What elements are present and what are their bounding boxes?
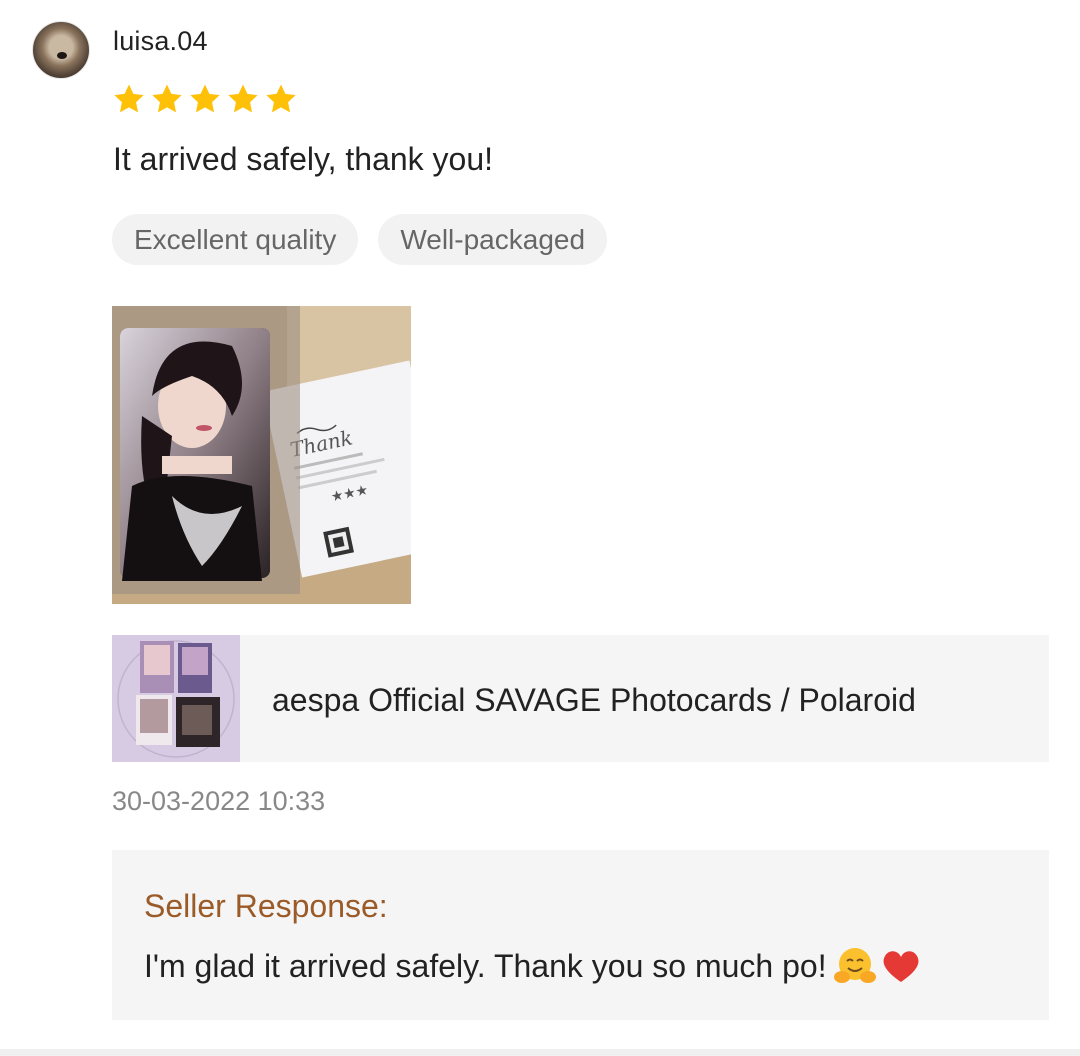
reviewer-username[interactable]: luisa.04 [113,26,208,57]
seller-response-text-row: I'm glad it arrived safely. Thank you so… [144,946,923,986]
avatar[interactable] [32,21,90,79]
red-heart-emoji [883,951,919,982]
seller-response-text: I'm glad it arrived safely. Thank you so… [144,947,827,984]
star-icon [190,84,220,113]
divider [0,1049,1080,1056]
review-tags: Excellent quality Well-packaged [112,214,608,265]
review-text: It arrived safely, thank you! [113,141,494,177]
star-icon [228,84,258,113]
photocard-image: Thank ★★★ [112,306,411,604]
seller-response-label: Seller Response: [144,888,388,924]
tag-well-packaged: Well-packaged [378,214,608,265]
product-card[interactable]: aespa Official SAVAGE Photocards / Polar… [112,635,1049,762]
star-icon [152,84,182,113]
tag-excellent-quality: Excellent quality [112,214,359,265]
product-thumbnail [112,635,240,762]
star-icon [266,84,296,113]
product-title[interactable]: aespa Official SAVAGE Photocards / Polar… [272,635,916,762]
star-icon [114,84,144,113]
seller-response-panel: Seller Response: I'm glad it arrived saf… [112,850,1049,1020]
review-date: 30-03-2022 10:33 [112,786,326,816]
review-photo[interactable]: Thank ★★★ [112,306,411,604]
rating-stars [112,82,298,116]
hugging-face-emoji [833,948,876,983]
